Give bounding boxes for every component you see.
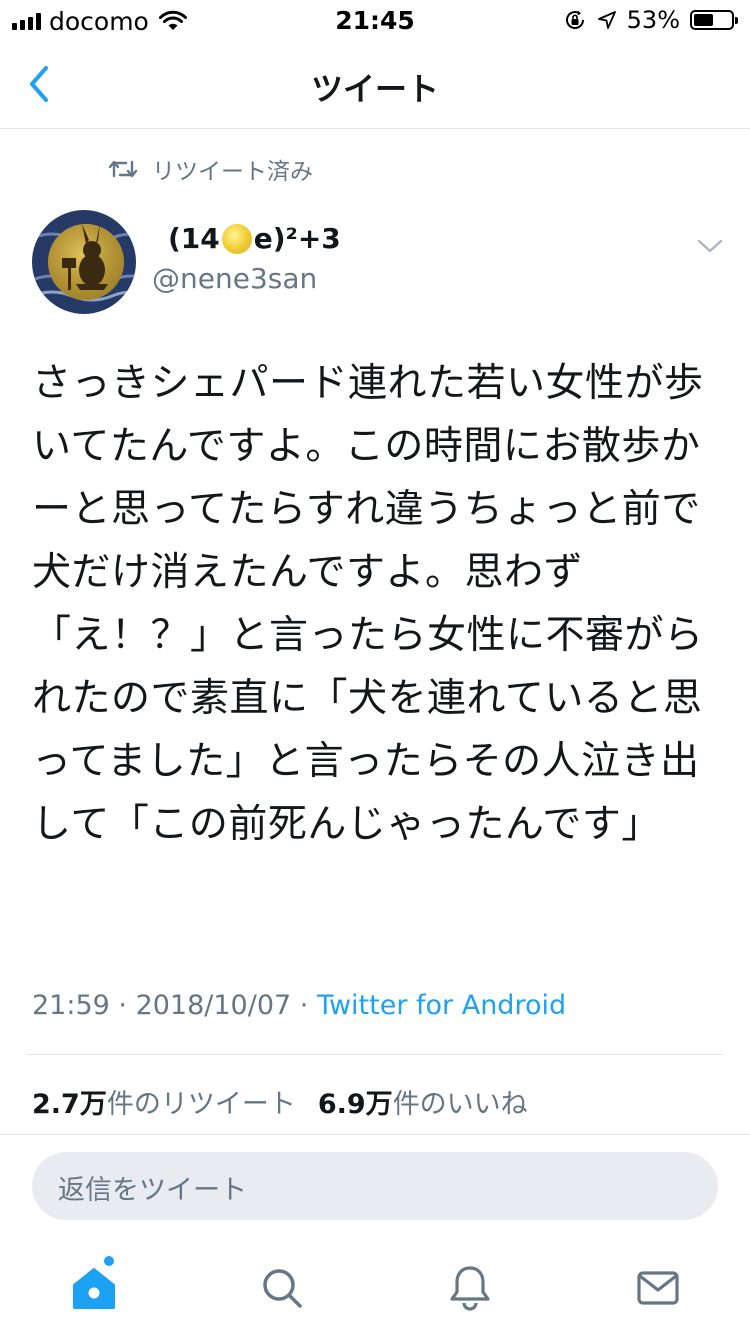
meta-separator: · (291, 990, 317, 1021)
likes-count: 6.9万 (317, 1089, 393, 1120)
home-new-indicator (104, 1256, 114, 1266)
tweet-date: 2018/10/07 (135, 990, 292, 1021)
tweet-menu-button[interactable] (690, 226, 730, 266)
tab-search[interactable] (254, 1260, 310, 1316)
tab-home[interactable] (66, 1260, 122, 1316)
tab-notifications[interactable] (442, 1260, 498, 1316)
status-bar: docomo 21:45 53% (0, 0, 750, 40)
battery-percent: 53% (626, 6, 680, 34)
battery-cap (735, 17, 738, 24)
user-handle[interactable]: @nene3san (152, 262, 317, 295)
avatar-image (32, 210, 136, 314)
status-right: 53% (563, 6, 738, 34)
tweet-source-link[interactable]: Twitter for Android (317, 990, 566, 1021)
meta-separator: · (109, 990, 136, 1021)
reply-placeholder: 返信をツイート (58, 1175, 247, 1206)
page-title: ツイート (310, 70, 439, 108)
notifications-icon (450, 1266, 490, 1311)
tab-messages[interactable] (630, 1260, 686, 1316)
avatar[interactable] (32, 210, 136, 314)
orientation-lock-icon (565, 10, 584, 29)
messages-icon (637, 1271, 679, 1305)
reply-input[interactable]: 返信をツイート (32, 1152, 718, 1220)
search-icon (263, 1269, 302, 1308)
retweets-stat[interactable]: 2.7万件のリツイート (32, 1082, 296, 1121)
tweet-stats: 2.7万件のリツイート 6.9万件のいいね (32, 1082, 528, 1121)
tab-bar (0, 1240, 750, 1334)
nav-bar: ツイート (0, 40, 750, 129)
full-moon-emoji-icon (221, 223, 252, 254)
display-name-prefix: (14 (168, 222, 220, 255)
retweets-count: 2.7万 (32, 1089, 107, 1120)
tweet-time: 21:59 (32, 990, 110, 1021)
battery-icon (690, 10, 738, 30)
likes-stat[interactable]: 6.9万件のいいね (318, 1082, 528, 1121)
home-icon (73, 1268, 115, 1309)
battery-fill (694, 14, 713, 26)
location-arrow-icon (597, 11, 616, 29)
retweet-notice-label: リツイート済み (152, 159, 313, 185)
chevron-down-icon (697, 239, 723, 253)
tweet-meta: 21:59 · 2018/10/07 · Twitter for Android (32, 990, 566, 1021)
divider (0, 1134, 750, 1135)
retweet-icon (108, 160, 138, 178)
display-name-suffix: e)²+3 (253, 222, 341, 255)
divider (26, 1054, 724, 1055)
retweet-notice: リツイート済み (108, 152, 313, 186)
tweet-text: さっきシェパード連れた若い女性が歩いてたんですよ。この時間にお散歩かーと思ってた… (32, 361, 704, 847)
retweets-label: 件のリツイート (106, 1089, 296, 1120)
display-name[interactable]: (14 e)²+3 (168, 222, 341, 255)
likes-label: 件のいいね (392, 1089, 528, 1120)
